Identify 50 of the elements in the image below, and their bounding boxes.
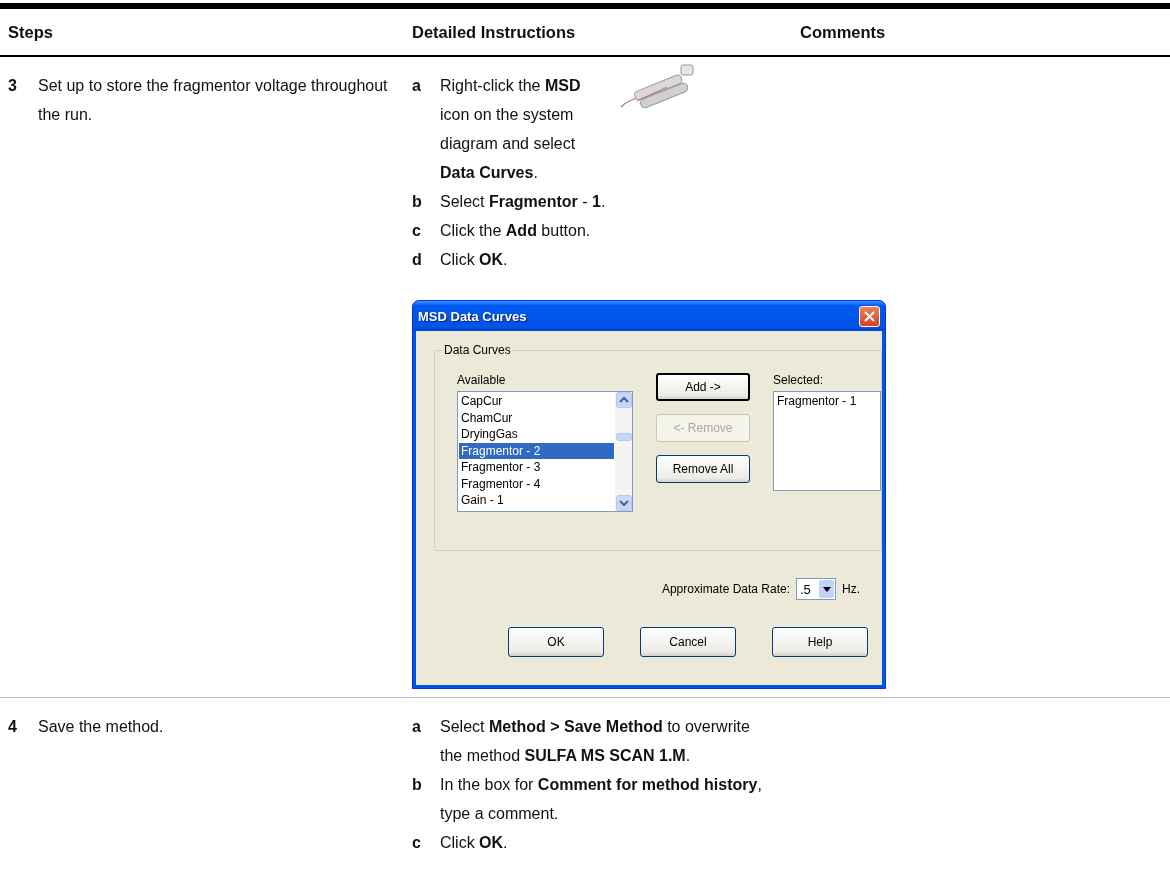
dialog-title: MSD Data Curves — [418, 308, 527, 324]
list-item[interactable]: CapCur — [459, 393, 614, 410]
scroll-up-icon[interactable] — [615, 392, 632, 408]
dialog-button[interactable]: OK — [508, 627, 604, 657]
instruction-letter: c — [412, 221, 422, 241]
rate-dropdown[interactable]: .5 — [796, 578, 836, 600]
scroll-down-icon[interactable] — [615, 495, 632, 511]
instruction-text: Click the Add button. — [440, 221, 591, 241]
instruction-text: Select Method > Save Method to overwrite the method SULFA MS SCAN 1.M. — [440, 717, 751, 766]
instruction-letter: a — [412, 717, 422, 737]
available-list[interactable]: CapCur ChamCur DryingGas Fragmentor - 2 Fragmentor - 3 Fragmentor - 4 Gain - 1 — [457, 391, 633, 512]
step-text: Save the method. — [38, 717, 165, 737]
instruction-text: In the box for Comment for method history, type a comment. — [440, 775, 763, 824]
rate-label: Approximate Data Rate: — [661, 582, 790, 596]
scrollbar[interactable] — [615, 392, 632, 511]
group-label: Data Curves — [443, 343, 512, 357]
column-header: Comments — [800, 22, 886, 42]
instruction-text: Right-click the MSD icon on the system diagram and select Data Curves. — [440, 76, 582, 183]
list-item[interactable]: ChamCur — [459, 409, 614, 426]
dialog-button[interactable]: Help — [772, 627, 868, 657]
unit-label: Hz. — [842, 582, 860, 596]
list-label: Selected: — [773, 373, 824, 387]
instruction-text: Select Fragmentor - 1. — [440, 192, 606, 212]
step-text: Set up to store the fragmentor voltage throughout the run. — [38, 76, 388, 125]
column-header: Detailed Instructions — [412, 22, 576, 42]
selected-list[interactable]: Fragmentor - 1 — [773, 391, 881, 491]
list-item[interactable]: Fragmentor - 3 — [459, 459, 614, 476]
dialog-button[interactable]: Cancel — [640, 627, 736, 657]
list-item[interactable]: Fragmentor - 1 — [775, 393, 879, 410]
column-header: Steps — [8, 22, 53, 42]
instruction-letter: d — [412, 250, 423, 270]
instruction-letter: a — [412, 76, 422, 96]
close-button[interactable] — [859, 305, 880, 327]
step-number: 4 — [8, 717, 18, 737]
list-item[interactable]: DryingGas — [459, 426, 614, 443]
list-action-button[interactable]: Add -> — [656, 373, 750, 401]
instruction-letter: b — [412, 775, 423, 795]
scroll-thumb[interactable] — [615, 432, 632, 441]
list-action-button[interactable]: Remove All — [656, 455, 750, 483]
step-number: 3 — [8, 76, 18, 96]
instruction-letter: b — [412, 192, 423, 212]
caret-icon — [822, 586, 831, 592]
close-icon — [864, 310, 875, 322]
list-item[interactable]: Fragmentor - 2 — [459, 442, 614, 459]
list-item[interactable]: Gain - 1 — [459, 492, 614, 509]
list-label: Available — [457, 373, 506, 387]
instruction-letter: c — [412, 833, 422, 853]
instruction-text: Click OK. — [440, 833, 508, 853]
list-item[interactable]: Fragmentor - 4 — [459, 475, 614, 492]
instruction-text: Click OK. — [440, 250, 508, 270]
